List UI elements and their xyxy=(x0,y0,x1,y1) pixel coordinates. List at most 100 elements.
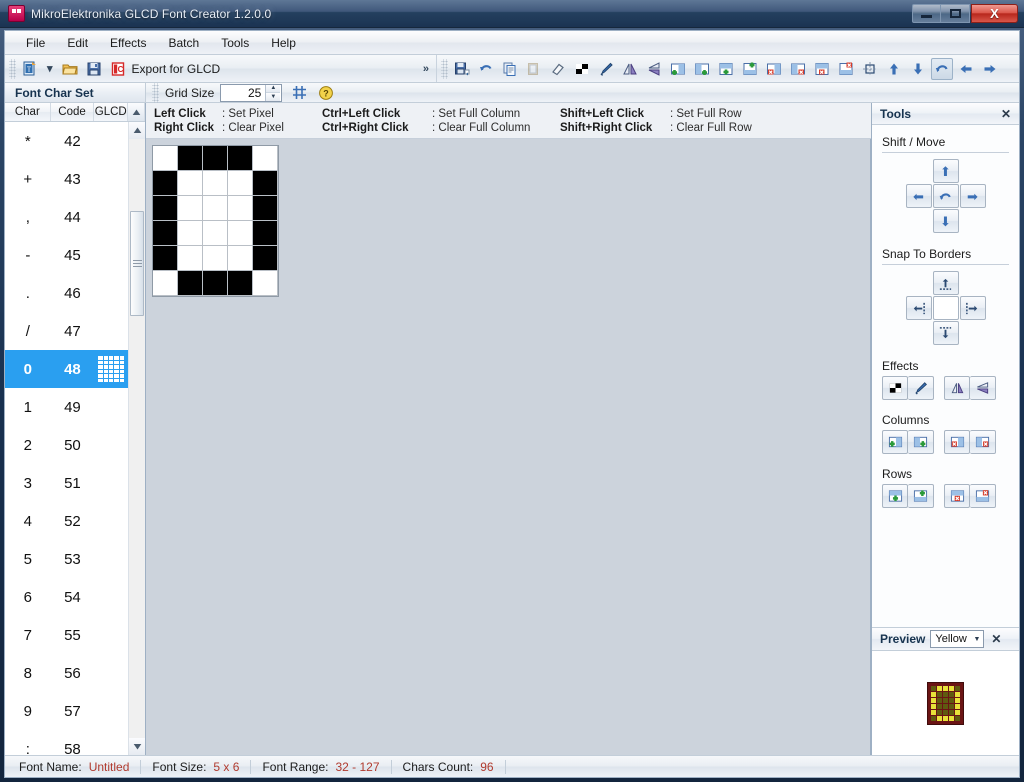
shift-left-button[interactable]: ⬅ xyxy=(906,184,932,208)
pixel-cell[interactable] xyxy=(178,171,203,196)
grid-size-input[interactable] xyxy=(221,85,265,101)
char-row[interactable]: 149 xyxy=(5,388,128,426)
preview-panel-close-icon[interactable]: ✕ xyxy=(989,632,1003,646)
pixel-cell[interactable] xyxy=(153,271,178,296)
menu-help[interactable]: Help xyxy=(260,33,307,53)
scrollbar-track[interactable] xyxy=(129,139,145,738)
shift-up-button[interactable]: ⬆ xyxy=(933,159,959,183)
resize-icon[interactable] xyxy=(859,58,881,80)
new-font-icon[interactable]: T xyxy=(19,58,41,80)
menu-tools[interactable]: Tools xyxy=(210,33,260,53)
pixel-cell[interactable] xyxy=(253,246,278,271)
pixel-cell[interactable] xyxy=(203,196,228,221)
paint-button[interactable] xyxy=(908,376,934,400)
pixel-cell[interactable] xyxy=(228,196,253,221)
char-row[interactable]: 351 xyxy=(5,464,128,502)
delete-row-top-icon[interactable] xyxy=(811,58,833,80)
insert-column-left-icon[interactable] xyxy=(667,58,689,80)
shift-left-icon[interactable] xyxy=(955,58,977,80)
scroll-down-arrow-icon[interactable] xyxy=(129,738,145,755)
grid-size-up-button[interactable]: ▲ xyxy=(266,85,280,93)
delete-column-left-icon[interactable] xyxy=(763,58,785,80)
pixel-cell[interactable] xyxy=(253,221,278,246)
scroll-up-arrow-icon[interactable] xyxy=(129,122,145,139)
snap-left-button[interactable] xyxy=(906,296,932,320)
pixel-cell[interactable] xyxy=(228,171,253,196)
close-button[interactable]: X xyxy=(971,4,1018,23)
char-row[interactable]: 654 xyxy=(5,578,128,616)
copy-icon[interactable] xyxy=(499,58,521,80)
chevron-down-icon[interactable]: ▼ xyxy=(973,636,983,643)
delete-row-bottom-icon[interactable] xyxy=(835,58,857,80)
help-question-icon[interactable]: ? xyxy=(315,82,337,104)
save-as-icon[interactable] xyxy=(451,58,473,80)
grid-size-down-button[interactable]: ▼ xyxy=(266,92,280,101)
pixel-cell[interactable] xyxy=(153,246,178,271)
pixel-grid[interactable] xyxy=(152,145,279,297)
invert-icon[interactable] xyxy=(571,58,593,80)
pixel-cell[interactable] xyxy=(253,171,278,196)
insert-column-right-icon[interactable] xyxy=(691,58,713,80)
shift-down-icon[interactable] xyxy=(907,58,929,80)
pixel-cell[interactable] xyxy=(153,146,178,171)
tools-panel-close-icon[interactable]: ✕ xyxy=(999,107,1013,121)
pixel-cell[interactable] xyxy=(203,271,228,296)
rotate-button[interactable] xyxy=(933,184,959,208)
new-font-dropdown-chevron-down-icon[interactable]: ▾ xyxy=(42,62,58,75)
add-row-bottom-button[interactable] xyxy=(908,484,934,508)
column-header-glcd[interactable]: GLCD xyxy=(94,103,128,121)
pixel-cell[interactable] xyxy=(253,196,278,221)
pixel-cell[interactable] xyxy=(178,271,203,296)
char-row[interactable]: :58 xyxy=(5,730,128,755)
pixel-cell[interactable] xyxy=(228,221,253,246)
editor-canvas[interactable] xyxy=(146,139,871,755)
pixel-cell[interactable] xyxy=(253,271,278,296)
eraser-icon[interactable] xyxy=(547,58,569,80)
mirror-vertical-button[interactable] xyxy=(970,376,996,400)
pixel-cell[interactable] xyxy=(178,146,203,171)
remove-column-right-button[interactable] xyxy=(970,430,996,454)
minimize-button[interactable] xyxy=(912,4,941,23)
snap-bottom-button[interactable] xyxy=(933,321,959,345)
char-row[interactable]: +43 xyxy=(5,160,128,198)
pixel-cell[interactable] xyxy=(178,196,203,221)
pixel-cell[interactable] xyxy=(178,246,203,271)
insert-row-top-icon[interactable] xyxy=(715,58,737,80)
pixel-cell[interactable] xyxy=(153,221,178,246)
pixel-cell[interactable] xyxy=(228,271,253,296)
mirror-vertical-icon[interactable] xyxy=(643,58,665,80)
shift-down-button[interactable]: ⬇ xyxy=(933,209,959,233)
char-row[interactable]: -45 xyxy=(5,236,128,274)
remove-row-top-button[interactable] xyxy=(944,484,970,508)
shift-up-icon[interactable] xyxy=(883,58,905,80)
rotate-icon[interactable] xyxy=(931,58,953,80)
char-row[interactable]: 957 xyxy=(5,692,128,730)
char-row[interactable]: 856 xyxy=(5,654,128,692)
char-row[interactable]: .46 xyxy=(5,274,128,312)
sort-ascending-icon[interactable] xyxy=(128,103,145,121)
export-for-glcd-label[interactable]: Export for GLCD xyxy=(130,62,227,76)
column-header-code[interactable]: Code xyxy=(51,103,95,121)
char-row[interactable]: ,44 xyxy=(5,198,128,236)
menu-effects[interactable]: Effects xyxy=(99,33,157,53)
pixel-cell[interactable] xyxy=(203,146,228,171)
paste-icon[interactable] xyxy=(523,58,545,80)
pixel-cell[interactable] xyxy=(203,171,228,196)
toolbar-overflow-button[interactable]: » xyxy=(418,63,434,75)
column-header-char[interactable]: Char xyxy=(5,103,51,121)
delete-column-right-icon[interactable] xyxy=(787,58,809,80)
toolbar-grip[interactable] xyxy=(9,59,16,79)
insert-row-bottom-icon[interactable] xyxy=(739,58,761,80)
invert-button[interactable] xyxy=(882,376,908,400)
maximize-button[interactable] xyxy=(941,4,970,23)
add-row-top-button[interactable] xyxy=(882,484,908,508)
undo-icon[interactable] xyxy=(475,58,497,80)
open-folder-icon[interactable] xyxy=(59,58,81,80)
char-list-scrollbar[interactable] xyxy=(128,122,145,755)
shift-right-button[interactable]: ➡ xyxy=(960,184,986,208)
pixel-cell[interactable] xyxy=(203,221,228,246)
add-column-left-button[interactable] xyxy=(882,430,908,454)
char-row[interactable]: 755 xyxy=(5,616,128,654)
menu-batch[interactable]: Batch xyxy=(158,33,211,53)
shift-right-icon[interactable] xyxy=(979,58,1001,80)
